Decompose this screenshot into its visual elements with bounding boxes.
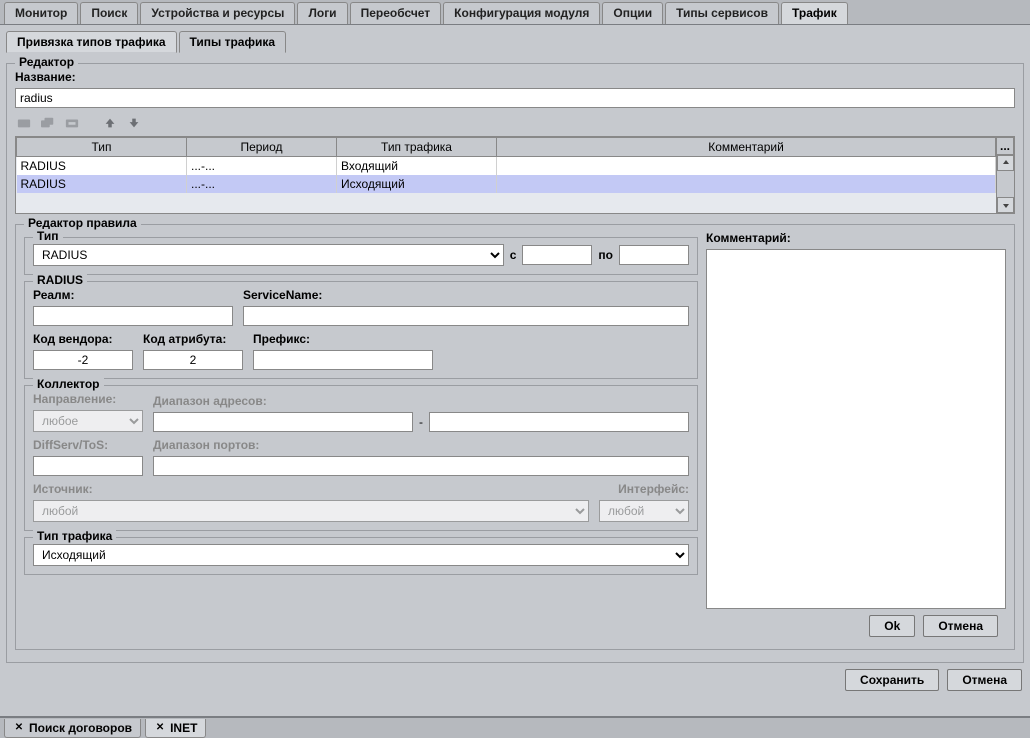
service-name-label: ServiceName: xyxy=(243,288,689,302)
bottom-tab-label: INET xyxy=(170,721,197,735)
bottom-tab-contracts[interactable]: ✕ Поиск договоров xyxy=(4,719,141,738)
scroll-down-icon[interactable] xyxy=(997,197,1014,213)
col-type[interactable]: Тип xyxy=(17,138,187,157)
dash-separator: - xyxy=(419,415,423,429)
radius-legend: RADIUS xyxy=(33,273,87,287)
from-label: с xyxy=(510,248,517,262)
collector-group: Коллектор Направление: любое Диапазон ад… xyxy=(24,385,698,531)
interface-select: любой xyxy=(599,500,689,522)
radius-group: RADIUS Реалм: ServiceName: Код xyxy=(24,281,698,379)
tab-options[interactable]: Опции xyxy=(602,2,663,24)
table-row[interactable]: RADIUS ...-... Входящий xyxy=(17,157,996,176)
scroll-up-icon[interactable] xyxy=(997,155,1014,171)
period-from-input[interactable] xyxy=(522,245,592,265)
table-scrollbar[interactable] xyxy=(996,155,1014,213)
bottom-tabbar: ✕ Поиск договоров ✕ INET xyxy=(0,716,1030,738)
subtab-traffic-types[interactable]: Типы трафика xyxy=(179,31,287,53)
tab-traffic[interactable]: Трафик xyxy=(781,2,848,24)
top-tabstrip: Монитор Поиск Устройства и ресурсы Логи … xyxy=(0,0,1030,25)
tab-search[interactable]: Поиск xyxy=(80,2,138,24)
prefix-label: Префикс: xyxy=(253,332,689,346)
tab-devices[interactable]: Устройства и ресурсы xyxy=(140,2,295,24)
ok-button[interactable]: Ok xyxy=(869,615,915,637)
traffic-type-select[interactable]: Исходящий xyxy=(33,544,689,566)
col-period[interactable]: Период xyxy=(187,138,337,157)
source-select: любой xyxy=(33,500,589,522)
collector-legend: Коллектор xyxy=(33,377,104,391)
save-button[interactable]: Сохранить xyxy=(845,669,939,691)
editor-legend: Редактор xyxy=(15,55,78,69)
col-traffic-type[interactable]: Тип трафика xyxy=(337,138,497,157)
addr-range-to-input xyxy=(429,412,689,432)
move-up-icon[interactable] xyxy=(101,114,119,132)
vendor-code-label: Код вендора: xyxy=(33,332,133,346)
addr-range-from-input xyxy=(153,412,413,432)
rule-editor-legend: Редактор правила xyxy=(24,216,141,230)
col-comment[interactable]: Комментарий xyxy=(497,138,996,157)
direction-select: любое xyxy=(33,410,143,432)
name-label: Название: xyxy=(15,70,1015,84)
cell-traffic: Входящий xyxy=(337,157,497,176)
interface-label: Интерфейс: xyxy=(599,482,689,496)
subtab-traffic-binding[interactable]: Привязка типов трафика xyxy=(6,31,177,53)
delete-rule-icon[interactable] xyxy=(63,114,81,132)
cell-period: ...-... xyxy=(187,157,337,176)
close-icon[interactable]: ✕ xyxy=(13,722,25,734)
direction-label: Направление: xyxy=(33,392,143,406)
table-menu-button[interactable]: ... xyxy=(996,137,1014,155)
tab-module-config[interactable]: Конфигурация модуля xyxy=(443,2,600,24)
attr-code-label: Код атрибута: xyxy=(143,332,243,346)
move-down-icon[interactable] xyxy=(125,114,143,132)
rules-table[interactable]: Тип Период Тип трафика Комментарий RADIU… xyxy=(16,137,996,193)
type-group: Тип RADIUS с по xyxy=(24,237,698,275)
tab-recalc[interactable]: Переобсчет xyxy=(350,2,442,24)
traffic-type-group: Тип трафика Исходящий xyxy=(24,537,698,575)
table-row[interactable]: RADIUS ...-... Исходящий xyxy=(17,175,996,193)
addr-range-label: Диапазон адресов: xyxy=(153,394,689,408)
port-range-input xyxy=(153,456,689,476)
source-label: Источник: xyxy=(33,482,589,496)
grid-toolbar xyxy=(15,114,1015,132)
service-name-input[interactable] xyxy=(243,306,689,326)
realm-label: Реалм: xyxy=(33,288,233,302)
cell-traffic: Исходящий xyxy=(337,175,497,193)
traffic-type-legend: Тип трафика xyxy=(33,529,116,543)
cell-comment xyxy=(497,175,996,193)
comment-textarea[interactable] xyxy=(706,249,1006,609)
tab-service-types[interactable]: Типы сервисов xyxy=(665,2,779,24)
name-input[interactable] xyxy=(15,88,1015,108)
attr-code-input[interactable] xyxy=(143,350,243,370)
bottom-tab-inet[interactable]: ✕ INET xyxy=(145,719,206,738)
type-select[interactable]: RADIUS xyxy=(33,244,504,266)
tos-label: DiffServ/ToS: xyxy=(33,438,143,452)
editor-frame: Редактор Название: Тип Период Тип трафик… xyxy=(6,63,1024,663)
cell-period: ...-... xyxy=(187,175,337,193)
cancel-rule-button[interactable]: Отмена xyxy=(923,615,998,637)
comment-label: Комментарий: xyxy=(706,231,1006,245)
rule-editor-frame: Редактор правила Тип RADIUS с по xyxy=(15,224,1015,650)
type-legend: Тип xyxy=(33,229,63,243)
prefix-input[interactable] xyxy=(253,350,433,370)
cell-type: RADIUS xyxy=(17,175,187,193)
tos-input xyxy=(33,456,143,476)
bottom-tab-label: Поиск договоров xyxy=(29,721,132,735)
tab-logs[interactable]: Логи xyxy=(297,2,347,24)
sub-tabstrip: Привязка типов трафика Типы трафика xyxy=(0,27,1030,53)
copy-rule-icon[interactable] xyxy=(39,114,57,132)
period-to-input[interactable] xyxy=(619,245,689,265)
add-rule-icon[interactable] xyxy=(15,114,33,132)
rules-table-wrap: Тип Период Тип трафика Комментарий RADIU… xyxy=(15,136,1015,214)
vendor-code-input[interactable] xyxy=(33,350,133,370)
cell-comment xyxy=(497,157,996,176)
tab-monitor[interactable]: Монитор xyxy=(4,2,78,24)
realm-input[interactable] xyxy=(33,306,233,326)
port-range-label: Диапазон портов: xyxy=(153,438,689,452)
close-icon[interactable]: ✕ xyxy=(154,722,166,734)
to-label: по xyxy=(598,248,613,262)
cell-type: RADIUS xyxy=(17,157,187,176)
cancel-button[interactable]: Отмена xyxy=(947,669,1022,691)
